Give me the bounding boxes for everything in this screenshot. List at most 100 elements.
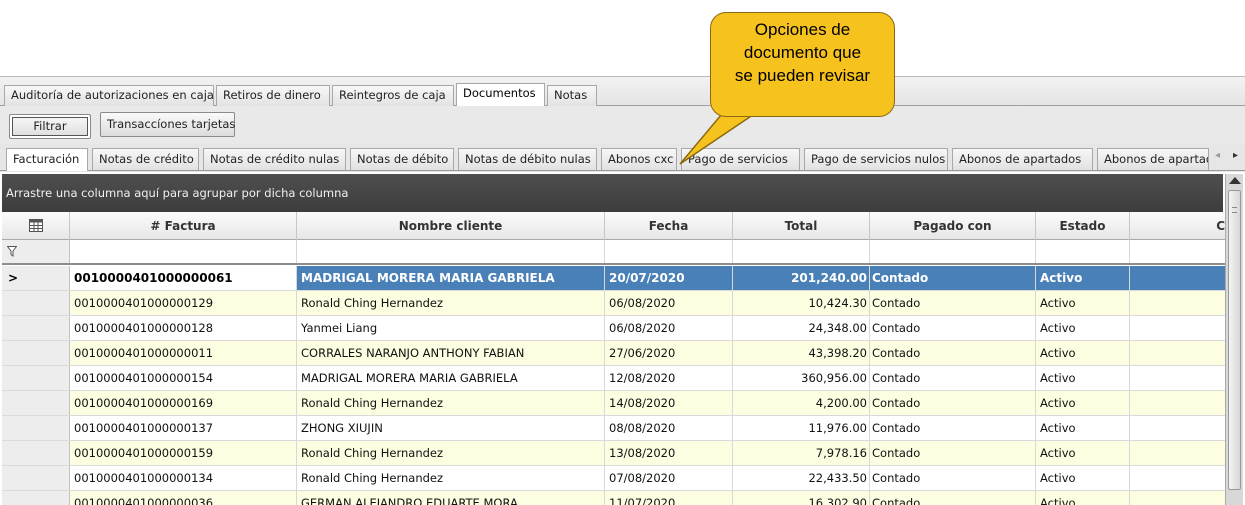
tab-notas[interactable]: Notas <box>547 85 597 106</box>
subtab-facturacion[interactable]: Facturación <box>6 148 88 171</box>
column-header-factura[interactable]: # Factura <box>70 212 297 240</box>
row-indicator[interactable] <box>2 466 70 490</box>
cell-extra[interactable] <box>1130 316 1225 340</box>
row-indicator[interactable] <box>2 391 70 415</box>
table-row[interactable]: 0010000401000000011 CORRALES NARANJO ANT… <box>2 341 1225 366</box>
cell-cliente[interactable]: ZHONG XIUJIN <box>297 416 605 440</box>
cell-pagado[interactable]: Contado <box>870 266 1036 290</box>
column-header-extra[interactable]: C <box>1130 212 1225 240</box>
cell-factura[interactable]: 0010000401000000134 <box>70 466 297 490</box>
cell-total[interactable]: 4,200.00 <box>733 391 870 415</box>
cell-cliente[interactable]: Ronald Ching Hernandez <box>297 441 605 465</box>
cell-extra[interactable] <box>1130 441 1225 465</box>
cell-extra[interactable] <box>1130 491 1225 505</box>
cell-fecha[interactable]: 14/08/2020 <box>605 391 733 415</box>
cell-fecha[interactable]: 08/08/2020 <box>605 416 733 440</box>
table-row[interactable]: 0010000401000000128 Yanmei Liang 06/08/2… <box>2 316 1225 341</box>
table-row[interactable]: 0010000401000000129 Ronald Ching Hernand… <box>2 291 1225 316</box>
cell-estado[interactable]: Activo <box>1036 266 1130 290</box>
cell-total[interactable]: 24,348.00 <box>733 316 870 340</box>
subtab-abonos-apartados-2[interactable]: Abonos de apartad <box>1097 148 1209 170</box>
cell-fecha[interactable]: 07/08/2020 <box>605 466 733 490</box>
cell-pagado[interactable]: Contado <box>870 366 1036 390</box>
row-indicator[interactable] <box>2 441 70 465</box>
table-row[interactable]: 0010000401000000169 Ronald Ching Hernand… <box>2 391 1225 416</box>
cell-fecha[interactable]: 06/08/2020 <box>605 291 733 315</box>
table-row[interactable]: 0010000401000000159 Ronald Ching Hernand… <box>2 441 1225 466</box>
cell-extra[interactable] <box>1130 341 1225 365</box>
cell-cliente[interactable]: MADRIGAL MORERA MARIA GABRIELA <box>297 266 605 290</box>
group-by-panel[interactable]: Arrastre una columna aquí para agrupar p… <box>2 174 1223 212</box>
filter-total-input[interactable] <box>733 240 870 263</box>
filter-estado-input[interactable] <box>1036 240 1130 263</box>
cell-factura[interactable]: 0010000401000000128 <box>70 316 297 340</box>
row-indicator[interactable] <box>2 366 70 390</box>
table-row[interactable]: 0010000401000000134 Ronald Ching Hernand… <box>2 466 1225 491</box>
subtab-notas-debito-nulas[interactable]: Notas de débito nulas <box>458 148 597 170</box>
cell-cliente[interactable]: MADRIGAL MORERA MARIA GABRIELA <box>297 366 605 390</box>
cell-estado[interactable]: Activo <box>1036 316 1130 340</box>
scroll-up-icon[interactable] <box>1229 177 1241 184</box>
cell-fecha[interactable]: 27/06/2020 <box>605 341 733 365</box>
cell-pagado[interactable]: Contado <box>870 466 1036 490</box>
filter-factura-input[interactable] <box>70 240 297 263</box>
cell-extra[interactable] <box>1130 416 1225 440</box>
subtab-abonos-cxc[interactable]: Abonos cxc <box>601 148 677 170</box>
column-chooser-icon[interactable] <box>2 212 70 240</box>
cell-pagado[interactable]: Contado <box>870 491 1036 505</box>
cell-total[interactable]: 7,978.16 <box>733 441 870 465</box>
row-indicator[interactable] <box>2 416 70 440</box>
tab-documentos[interactable]: Documentos <box>456 83 545 106</box>
grid-vertical-scrollbar[interactable] <box>1225 174 1243 505</box>
subtab-pago-servicios-nulos[interactable]: Pago de servicios nulos <box>804 148 948 170</box>
cell-extra[interactable] <box>1130 391 1225 415</box>
cell-factura[interactable]: 0010000401000000011 <box>70 341 297 365</box>
tab-auditoria[interactable]: Auditoría de autorizaciones en caja <box>4 85 214 106</box>
filter-pagado-input[interactable] <box>870 240 1036 263</box>
cell-estado[interactable]: Activo <box>1036 366 1130 390</box>
cell-total[interactable]: 22,433.50 <box>733 466 870 490</box>
card-transactions-button[interactable]: Transaccíones tarjetas <box>100 112 235 137</box>
cell-pagado[interactable]: Contado <box>870 416 1036 440</box>
cell-estado[interactable]: Activo <box>1036 291 1130 315</box>
row-indicator[interactable] <box>2 291 70 315</box>
cell-fecha[interactable]: 20/07/2020 <box>605 266 733 290</box>
cell-total[interactable]: 360,956.00 <box>733 366 870 390</box>
subtab-notas-debito[interactable]: Notas de débito <box>350 148 454 170</box>
cell-cliente[interactable]: GERMAN ALEJANDRO EDUARTE MORA <box>297 491 605 505</box>
cell-pagado[interactable]: Contado <box>870 341 1036 365</box>
subtab-notas-credito[interactable]: Notas de crédito <box>92 148 199 170</box>
table-row[interactable]: 0010000401000000036 GERMAN ALEJANDRO EDU… <box>2 491 1225 505</box>
scroll-thumb[interactable] <box>1228 190 1241 490</box>
table-row-selected[interactable]: > 0010000401000000061 MADRIGAL MORERA MA… <box>2 266 1225 291</box>
cell-estado[interactable]: Activo <box>1036 466 1130 490</box>
row-indicator[interactable] <box>2 341 70 365</box>
cell-extra[interactable] <box>1130 366 1225 390</box>
cell-factura[interactable]: 0010000401000000036 <box>70 491 297 505</box>
cell-pagado[interactable]: Contado <box>870 441 1036 465</box>
filter-cliente-input[interactable] <box>297 240 605 263</box>
tab-retiros[interactable]: Retiros de dinero <box>216 85 330 106</box>
tab-reintegros[interactable]: Reintegros de caja <box>332 85 454 106</box>
subtab-notas-credito-nulas[interactable]: Notas de crédito nulas <box>203 148 346 170</box>
filter-funnel-icon[interactable] <box>7 246 17 257</box>
cell-fecha[interactable]: 12/08/2020 <box>605 366 733 390</box>
filter-fecha-input[interactable] <box>605 240 733 263</box>
cell-pagado[interactable]: Contado <box>870 316 1036 340</box>
cell-estado[interactable]: Activo <box>1036 391 1130 415</box>
column-header-pagado[interactable]: Pagado con <box>870 212 1036 240</box>
cell-estado[interactable]: Activo <box>1036 341 1130 365</box>
cell-extra[interactable] <box>1130 266 1225 290</box>
cell-factura[interactable]: 0010000401000000129 <box>70 291 297 315</box>
cell-total[interactable]: 43,398.20 <box>733 341 870 365</box>
cell-fecha[interactable]: 06/08/2020 <box>605 316 733 340</box>
cell-pagado[interactable]: Contado <box>870 391 1036 415</box>
column-header-fecha[interactable]: Fecha <box>605 212 733 240</box>
table-row[interactable]: 0010000401000000154 MADRIGAL MORERA MARI… <box>2 366 1225 391</box>
cell-cliente[interactable]: Ronald Ching Hernandez <box>297 466 605 490</box>
cell-factura[interactable]: 0010000401000000159 <box>70 441 297 465</box>
tabs-scroll-right-icon[interactable]: ▸ <box>1233 150 1238 161</box>
cell-extra[interactable] <box>1130 466 1225 490</box>
column-header-cliente[interactable]: Nombre cliente <box>297 212 605 240</box>
subtab-abonos-apartados[interactable]: Abonos de apartados <box>952 148 1093 170</box>
